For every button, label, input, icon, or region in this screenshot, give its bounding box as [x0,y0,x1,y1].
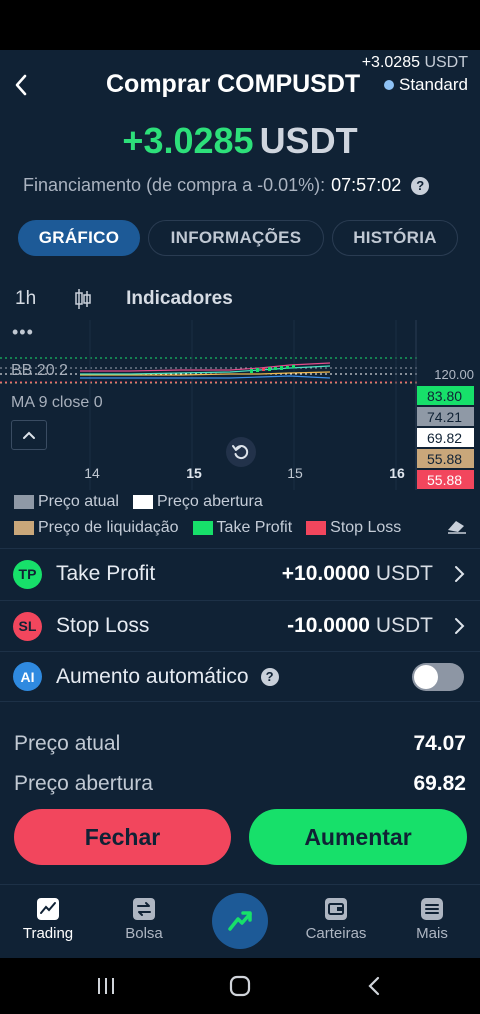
legend-current-price[interactable]: Preço atual [14,493,119,511]
funding-countdown: 07:57:02 [331,175,402,195]
pnl-value: +3.0285 [122,120,254,161]
x-tick: 14 [84,465,100,481]
trade-position-screen: Comprar COMPUSDT +3.0285 USDT Standard +… [0,50,480,958]
margin-mode: Standard [399,75,468,94]
back-button[interactable] [8,70,34,100]
chart-toolbar: 1h Indicadores [15,284,233,314]
close-position-button[interactable]: Fechar [14,809,231,865]
chart-icon [36,897,60,921]
funding-label: Financiamento (de compra a -0.01%): [23,175,326,195]
back-arrow-icon [368,976,380,996]
system-navigation-bar [0,958,480,1014]
chevron-left-icon [15,74,27,96]
indicators-button[interactable]: Indicadores [126,288,233,310]
header: Comprar COMPUSDT +3.0285 USDT Standard [0,50,480,120]
x-tick: 16 [389,465,405,481]
open-price-label: Preço abertura [14,772,153,795]
nav-exchange-label: Bolsa [125,925,163,942]
price-tag-current: 74.21 [417,407,474,426]
chevron-up-icon [23,431,35,439]
header-pnl-unit: USDT [424,54,468,71]
help-icon[interactable]: ? [411,176,430,195]
eraser-icon[interactable] [446,518,468,536]
menu-icon [420,897,444,921]
take-profit-value: +10.0000 USDT [281,562,433,585]
price-tag-take-profit: 83.80 [417,386,474,405]
legend-take-profit[interactable]: Take Profit [192,519,292,537]
trade-center-button[interactable] [212,893,268,949]
nav-trading[interactable]: Trading [0,897,96,942]
status-bar [0,0,480,50]
x-axis: 14 15 15 16 [0,465,480,483]
stop-loss-value: -10.0000 USDT [287,614,433,637]
system-back-button[interactable] [364,974,384,998]
price-tag-open: 69.82 [417,428,474,447]
auto-increase-label: Aumento automático [56,664,249,688]
exchange-icon [132,897,156,921]
current-price-label: Preço atual [14,732,121,755]
auto-increase-toggle[interactable] [412,662,464,691]
take-profit-label: Take Profit [56,562,156,585]
stop-loss-row[interactable]: SL Stop Loss -10.0000 USDT [0,600,480,651]
pnl-unit: USDT [259,120,358,161]
header-pnl: +3.0285 [361,54,420,71]
tab-info[interactable]: INFORMAÇÕES [148,220,324,256]
tab-bar: GRÁFICO INFORMAÇÕES HISTÓRIA [18,220,458,256]
take-profit-icon: TP [13,559,42,589]
legend-liquidation-price[interactable]: Preço de liquidação [14,519,179,537]
current-price-row: Preço atual 74.07 [14,732,466,756]
nav-more-label: Mais [416,925,448,942]
more-options-icon[interactable]: ••• [12,322,34,343]
help-icon[interactable]: ? [260,667,279,686]
indicator-ma-label[interactable]: MA 9 close 0 [11,394,103,412]
unrealized-pnl: +3.0285 USDT [0,120,480,162]
chart-legend: Preço atual Preço abertura Preço de liqu… [14,490,474,542]
page-title: Comprar COMPUSDT [106,70,361,98]
open-price-value: 69.82 [413,772,466,795]
auto-increase-row: AI Aumento automático ? [0,651,480,702]
chevron-right-icon [455,566,465,582]
legend-stop-loss[interactable]: Stop Loss [306,519,401,537]
nav-more[interactable]: Mais [384,897,480,942]
increase-position-button[interactable]: Aumentar [249,809,467,865]
nav-wallets-label: Carteiras [305,925,367,942]
wallet-icon [324,897,348,921]
auto-increase-icon: AI [13,662,42,691]
chevron-right-icon [455,618,465,634]
tab-history[interactable]: HISTÓRIA [332,220,458,256]
collapse-indicators-button[interactable] [11,420,47,450]
x-tick: 15 [186,465,202,481]
current-price-value: 74.07 [413,732,466,755]
axis-top-label: 120.00 [434,367,474,382]
nav-exchange[interactable]: Bolsa [96,897,192,942]
bottom-nav: Trading Bolsa Carteiras Mais [0,884,480,958]
toggle-knob [414,664,438,689]
header-summary: +3.0285 USDT Standard [362,54,468,95]
home-button[interactable] [227,974,253,998]
take-profit-row[interactable]: TP Take Profit +10.0000 USDT [0,548,480,599]
stop-loss-label: Stop Loss [56,614,150,637]
funding-row: Financiamento (de compra a -0.01%): 07:5… [23,175,430,196]
indicator-bb-label[interactable]: BB 20 2 [11,362,68,380]
home-icon [229,975,251,997]
recent-apps-button[interactable] [94,974,118,998]
reset-chart-button[interactable] [226,437,256,467]
interval-selector[interactable]: 1h [15,288,36,310]
stop-loss-icon: SL [13,611,42,641]
mode-dot-icon [384,80,394,90]
candlestick-icon[interactable] [74,288,92,310]
recent-apps-icon [98,978,114,994]
open-price-row: Preço abertura 69.82 [14,772,466,796]
nav-wallets[interactable]: Carteiras [288,897,384,942]
nav-trading-label: Trading [22,925,74,942]
undo-icon [232,445,249,460]
tab-chart[interactable]: GRÁFICO [18,220,140,256]
x-tick: 15 [287,465,303,481]
legend-open-price[interactable]: Preço abertura [132,493,263,511]
trade-center-icon [228,911,252,931]
